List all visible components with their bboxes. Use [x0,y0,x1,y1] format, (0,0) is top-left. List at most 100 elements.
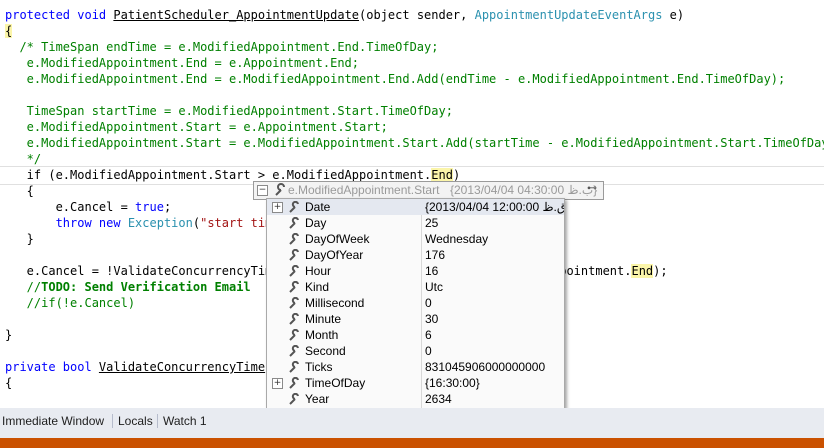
member-name: DayOfYear [305,248,364,262]
todo-comment: TODO: Send Verification Email [41,280,251,294]
datatip-row[interactable]: DayOfYear 176 [267,247,564,263]
member-name: Kind [305,280,330,294]
code-text: if (e.ModifiedAppointment.Start > e.Modi… [5,168,432,182]
datatip-row[interactable]: + Date {2013/04/04 12:00:00 ق.ظ} [267,199,564,215]
member-value: 25 [425,216,439,230]
property-wrench-icon [289,329,299,341]
member-name: Second [305,344,346,358]
code-line-13: throw new Exception("start tim [5,215,273,231]
code-text: ) [452,168,461,182]
member-value: 176 [425,248,446,262]
property-wrench-icon [289,201,299,213]
property-wrench-icon [289,281,299,293]
keyword: throw new [5,216,128,230]
member-name: Date [305,200,331,214]
member-name: Millisecond [305,296,365,310]
datatip-row[interactable]: DayOfWeek Wednesday [267,231,564,247]
member-name: Day [305,216,327,230]
property-wrench-icon [289,345,299,357]
property-wrench-icon [289,217,299,229]
keyword: protected void [5,8,114,22]
method-name: ValidateConcurrencyTime [98,360,266,374]
member-value: 6 [425,328,432,342]
collapse-icon[interactable]: − [257,185,268,196]
code-line-2: { [5,23,13,39]
member-name: Minute [305,312,342,326]
member-name: DayOfWeek [305,232,370,246]
datatip-expression: e.ModifiedAppointment.Start [288,183,440,197]
datatip-row[interactable]: Year 2634 [267,391,564,407]
code-line-6: TimeSpan startTime = e.ModifiedAppointme… [5,104,453,118]
highlighted-token: End [631,264,654,278]
tab-immediate-window[interactable]: Immediate Window [2,414,104,428]
brace-match: { [5,24,13,38]
datatip-row[interactable]: Month 6 [267,327,564,343]
keyword: true [135,200,164,214]
member-value: {16:30:00} [425,376,480,390]
type-name: Exception [127,216,193,230]
datatip-row[interactable]: Hour 16 [267,263,564,279]
expand-icon[interactable]: + [272,378,283,389]
property-wrench-icon [275,183,285,196]
member-name: Ticks [305,360,333,374]
member-value: 30 [425,312,439,326]
member-name: TimeOfDay [305,376,366,390]
member-value: Utc [425,280,443,294]
code-line-9: */ [5,152,42,166]
datatip-row[interactable]: Ticks 831045906000000000 [267,359,564,375]
tab-separator [157,414,158,428]
member-value: 2634 [425,392,452,406]
member-value: 16 [425,264,439,278]
member-value: 0 [425,296,432,310]
code-line-20: { [5,376,13,390]
member-value: 831045906000000000 [425,360,546,374]
type-name: AppointmentUpdateEventArgs [474,8,663,22]
code-line-5: e.ModifiedAppointment.End = e.ModifiedAp… [5,72,786,86]
code-text: ( [192,216,201,230]
datatip-row[interactable]: Day 25 [267,215,564,231]
code-line-15: e.Cancel = !ValidateConcurrencyTim [5,264,273,278]
code-line-19: private bool ValidateConcurrencyTime(D [5,359,280,375]
property-wrench-icon [289,361,299,373]
property-wrench-icon [289,233,299,245]
code-line-14: } [5,232,34,246]
tab-watch-1[interactable]: Watch 1 [163,414,207,428]
datatip-row[interactable]: Second 0 [267,343,564,359]
datatip-value: {2013/04/04 04:30:00 ب.ظ} [450,183,598,197]
property-wrench-icon [289,377,299,389]
member-name: Month [305,328,339,342]
property-wrench-icon [289,313,299,325]
member-value: {2013/04/04 12:00:00 ق.ظ} [425,200,565,214]
comment: // [5,280,42,294]
member-name: Year [305,392,330,406]
keyword: private bool [5,360,99,374]
code-text: e) [662,8,685,22]
code-line-15-tail: ppointment.End); [552,263,668,279]
member-value: Wednesday [425,232,489,246]
property-wrench-icon [289,265,299,277]
datatip-row[interactable]: + TimeOfDay {16:30:00} [267,375,564,391]
code-line-11: { [5,184,34,198]
member-name: Hour [305,264,332,278]
hovered-token[interactable]: End [431,168,453,182]
code-line-1: protected void PatientScheduler_Appointm… [5,7,684,23]
code-text: (object sender, [359,8,475,22]
status-bar [0,438,824,448]
property-wrench-icon [289,393,299,405]
tab-locals[interactable]: Locals [118,414,153,428]
datatip-row[interactable]: Kind Utc [267,279,564,295]
code-line-7: e.ModifiedAppointment.Start = e.Appointm… [5,120,388,134]
pin-icon[interactable]: ⊷ [587,183,597,194]
member-value: 0 [425,344,432,358]
code-line-18: } [5,328,13,342]
string-literal: "start tim [200,216,273,230]
expand-icon[interactable]: + [272,202,283,213]
datatip-row[interactable]: Millisecond 0 [267,295,564,311]
code-line-8: e.ModifiedAppointment.Start = e.Modified… [5,136,824,150]
datatip-row[interactable]: Minute 30 [267,311,564,327]
code-text: ); [653,264,668,278]
code-line-16: //TODO: Send Verification Email [5,279,251,295]
code-text: e.Cancel = [5,200,136,214]
method-name: PatientScheduler_AppointmentUpdate [113,8,360,22]
code-line-17: //if(!e.Cancel) [5,296,136,310]
